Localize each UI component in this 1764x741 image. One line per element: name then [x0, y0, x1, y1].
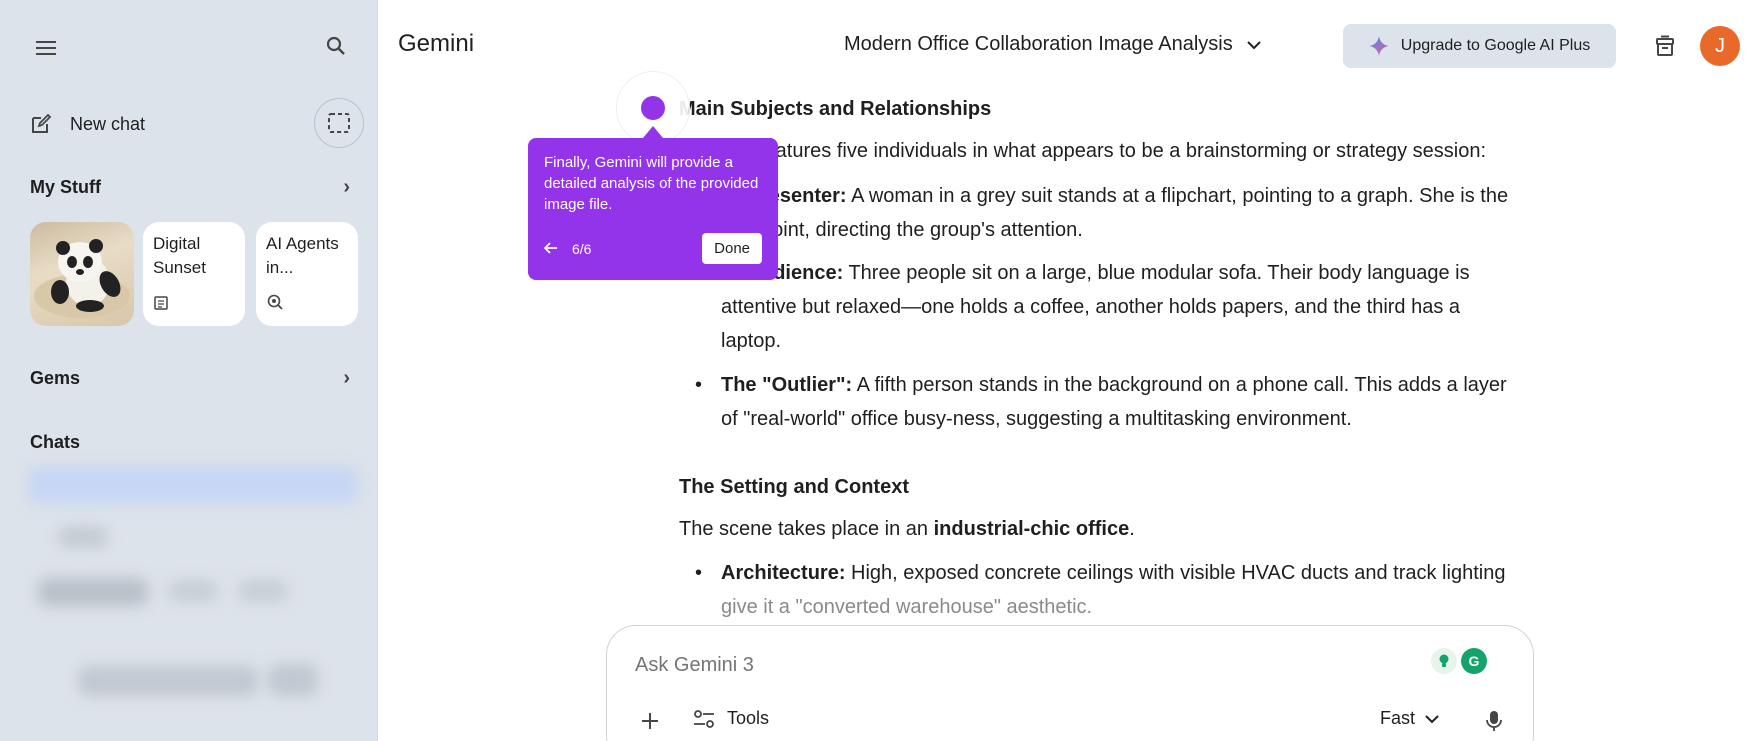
conversation-title-dropdown[interactable]: Modern Office Collaboration Image Analys… — [844, 33, 1261, 56]
panda-image — [34, 239, 130, 318]
sparkle-icon — [1368, 36, 1389, 56]
chevron-right-icon: › — [343, 176, 350, 198]
bullet-bold: Architecture: — [721, 562, 846, 584]
chevron-down-icon — [1425, 714, 1439, 723]
app-brand[interactable]: Gemini — [398, 30, 474, 58]
response-content: Main Subjects and Relationships features… — [679, 92, 1529, 622]
bullet-text-cont: of "real-world" office busy-ness, sugges… — [721, 408, 1352, 430]
bullet-text-cont2: laptop. — [721, 330, 782, 352]
conversation-title: Modern Office Collaboration Image Analys… — [844, 33, 1233, 55]
hamburger-icon — [36, 41, 56, 55]
prompt-input[interactable] — [635, 654, 1395, 677]
heading-main-subjects: Main Subjects and Relationships — [679, 98, 992, 120]
search-button[interactable] — [316, 26, 356, 66]
setting-text: The scene takes place in an industrial-c… — [679, 512, 1135, 546]
upgrade-button[interactable]: Upgrade to Google AI Plus — [1343, 24, 1616, 68]
tooltip-footer: 6/6 Done — [543, 233, 762, 264]
archive-button[interactable] — [1646, 28, 1684, 66]
intro-text: features five individuals in what appear… — [759, 140, 1487, 162]
grammarly-icon[interactable]: G — [1461, 648, 1487, 674]
bullet-text: A fifth person stands in the background … — [852, 374, 1507, 396]
setting-post: . — [1129, 518, 1135, 540]
dashed-square-icon — [328, 113, 350, 133]
my-stuff-label: My Stuff — [30, 177, 101, 197]
bullet-text: Three people sit on a large, blue modula… — [843, 262, 1470, 284]
plus-icon — [642, 713, 658, 729]
new-chat-button[interactable]: New chat — [30, 104, 145, 144]
tools-button[interactable]: Tools — [693, 708, 769, 729]
tooltip-nav: 6/6 — [543, 240, 592, 257]
microphone-button[interactable] — [1477, 704, 1511, 738]
chevron-right-icon: › — [343, 367, 350, 389]
upgrade-label: Upgrade to Google AI Plus — [1400, 37, 1591, 54]
model-mode-dropdown[interactable]: Fast — [1380, 708, 1439, 729]
microphone-icon — [1486, 711, 1502, 731]
back-arrow-icon[interactable] — [543, 241, 558, 257]
setting-pre: The scene takes place in an — [679, 518, 934, 540]
my-stuff-image-card[interactable] — [30, 222, 134, 326]
tour-tooltip: Finally, Gemini will provide a detailed … — [528, 138, 778, 280]
my-stuff-row[interactable]: My Stuff › — [30, 176, 350, 199]
sidebar: New chat My Stuff › Digital Sunset AI Ag… — [0, 0, 378, 741]
heading-setting: The Setting and Context — [679, 476, 909, 498]
prompt-composer: G Tools Fast — [606, 625, 1534, 741]
bullet-text: A woman in a grey suit stands at a flipc… — [846, 185, 1509, 207]
menu-button[interactable] — [26, 28, 66, 68]
tools-icon — [694, 709, 714, 728]
deep-research-icon — [266, 293, 284, 316]
lightbulb-icon[interactable] — [1431, 648, 1457, 674]
my-stuff-card-ai-agents[interactable]: AI Agents in... — [256, 222, 358, 326]
bullet-bold: The "Outlier": — [721, 374, 853, 396]
mode-label: Fast — [1380, 708, 1416, 728]
my-stuff-card-digital-sunset[interactable]: Digital Sunset — [143, 222, 245, 326]
list-item: udience: Three people sit on a large, bl… — [679, 256, 1529, 358]
list-item: resenter: A woman in a grey suit stands … — [679, 179, 1529, 247]
bullet-dot: • — [695, 562, 703, 584]
bullet-dot: • — [695, 374, 703, 396]
blurred-chat-list — [28, 466, 358, 736]
bullet-text-cont: give it a "converted warehouse" aestheti… — [721, 596, 1093, 618]
done-button[interactable]: Done — [702, 233, 762, 264]
extension-icons: G — [1431, 648, 1487, 674]
tour-highlight-dot — [641, 96, 665, 120]
gems-label: Gems — [30, 368, 81, 388]
user-avatar[interactable]: J — [1700, 26, 1740, 66]
list-item: • The "Outlier": A fifth person stands i… — [679, 368, 1529, 436]
edit-icon — [32, 113, 52, 133]
card-title: Digital Sunset — [153, 234, 206, 277]
list-item: • Architecture: High, exposed concrete c… — [679, 556, 1529, 622]
chats-heading: Chats — [30, 432, 81, 452]
gems-row[interactable]: Gems › — [30, 367, 350, 390]
tools-label: Tools — [727, 708, 770, 728]
bullet-text: High, exposed concrete ceilings with vis… — [845, 562, 1506, 584]
archive-icon — [1656, 35, 1674, 56]
bullet-text-cont: point, directing the group's attention. — [761, 219, 1083, 241]
bullet-text-cont: attentive but relaxed—one holds a coffee… — [721, 296, 1461, 318]
setting-bold: industrial-chic office — [933, 518, 1130, 540]
chevron-down-icon — [1247, 40, 1261, 49]
card-title: AI Agents in... — [266, 234, 339, 277]
tooltip-step: 6/6 — [572, 240, 592, 257]
tooltip-arrow — [643, 126, 663, 138]
document-icon — [153, 295, 169, 316]
new-chat-label: New chat — [70, 113, 146, 134]
add-attachment-button[interactable] — [633, 704, 667, 738]
tooltip-text: Finally, Gemini will provide a detailed … — [544, 154, 759, 213]
search-icon — [326, 36, 345, 55]
temporary-chat-button[interactable] — [314, 98, 364, 148]
